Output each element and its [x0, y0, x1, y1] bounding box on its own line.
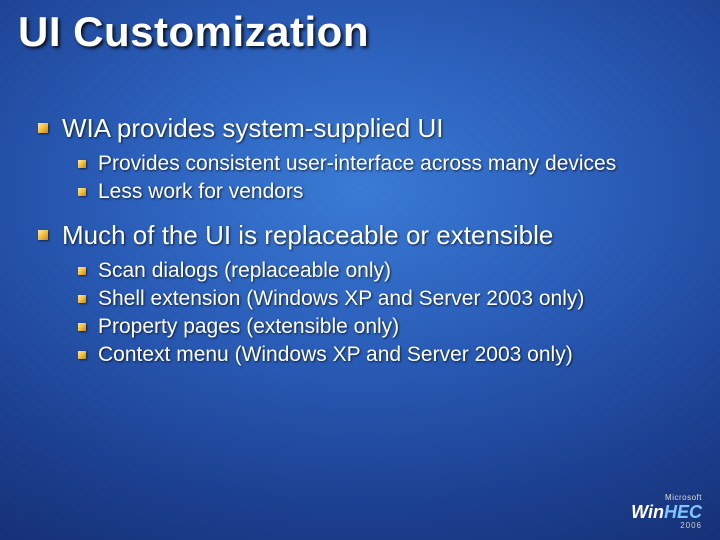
bullet-level2: Context menu (Windows XP and Server 2003… — [78, 342, 690, 368]
bullet-text: Shell extension (Windows XP and Server 2… — [98, 286, 584, 312]
logo-part-a: Win — [631, 502, 664, 522]
slide-title: UI Customization — [18, 8, 369, 56]
logo-main: WinHEC — [631, 503, 702, 521]
bullet-level2: Scan dialogs (replaceable only) — [78, 258, 690, 284]
bullet-text: Less work for vendors — [98, 179, 303, 205]
bullet-level1: Much of the UI is replaceable or extensi… — [38, 219, 690, 252]
logo-year: 2006 — [631, 522, 702, 530]
bullet-icon — [78, 323, 86, 331]
bullet-level1: WIA provides system-supplied UI — [38, 112, 690, 145]
winhec-logo: Microsoft WinHEC 2006 — [631, 494, 702, 530]
logo-vendor: Microsoft — [631, 494, 702, 502]
bullet-text: Provides consistent user-interface acros… — [98, 151, 616, 177]
bullet-icon — [78, 351, 86, 359]
bullet-icon — [38, 230, 48, 240]
logo-part-b: HEC — [664, 502, 702, 522]
bullet-text: Much of the UI is replaceable or extensi… — [62, 219, 553, 252]
sublist: Scan dialogs (replaceable only) Shell ex… — [78, 258, 690, 369]
bullet-icon — [78, 295, 86, 303]
bullet-icon — [38, 123, 48, 133]
sublist: Provides consistent user-interface acros… — [78, 151, 690, 206]
bullet-text: Property pages (extensible only) — [98, 314, 399, 340]
bullet-level2: Property pages (extensible only) — [78, 314, 690, 340]
bullet-text: WIA provides system-supplied UI — [62, 112, 443, 145]
bullet-level2: Less work for vendors — [78, 179, 690, 205]
bullet-text: Context menu (Windows XP and Server 2003… — [98, 342, 573, 368]
bullet-level2: Provides consistent user-interface acros… — [78, 151, 690, 177]
slide-body: WIA provides system-supplied UI Provides… — [38, 112, 690, 383]
slide: UI Customization WIA provides system-sup… — [0, 0, 720, 540]
bullet-icon — [78, 188, 86, 196]
bullet-icon — [78, 267, 86, 275]
bullet-level2: Shell extension (Windows XP and Server 2… — [78, 286, 690, 312]
bullet-icon — [78, 160, 86, 168]
bullet-text: Scan dialogs (replaceable only) — [98, 258, 391, 284]
